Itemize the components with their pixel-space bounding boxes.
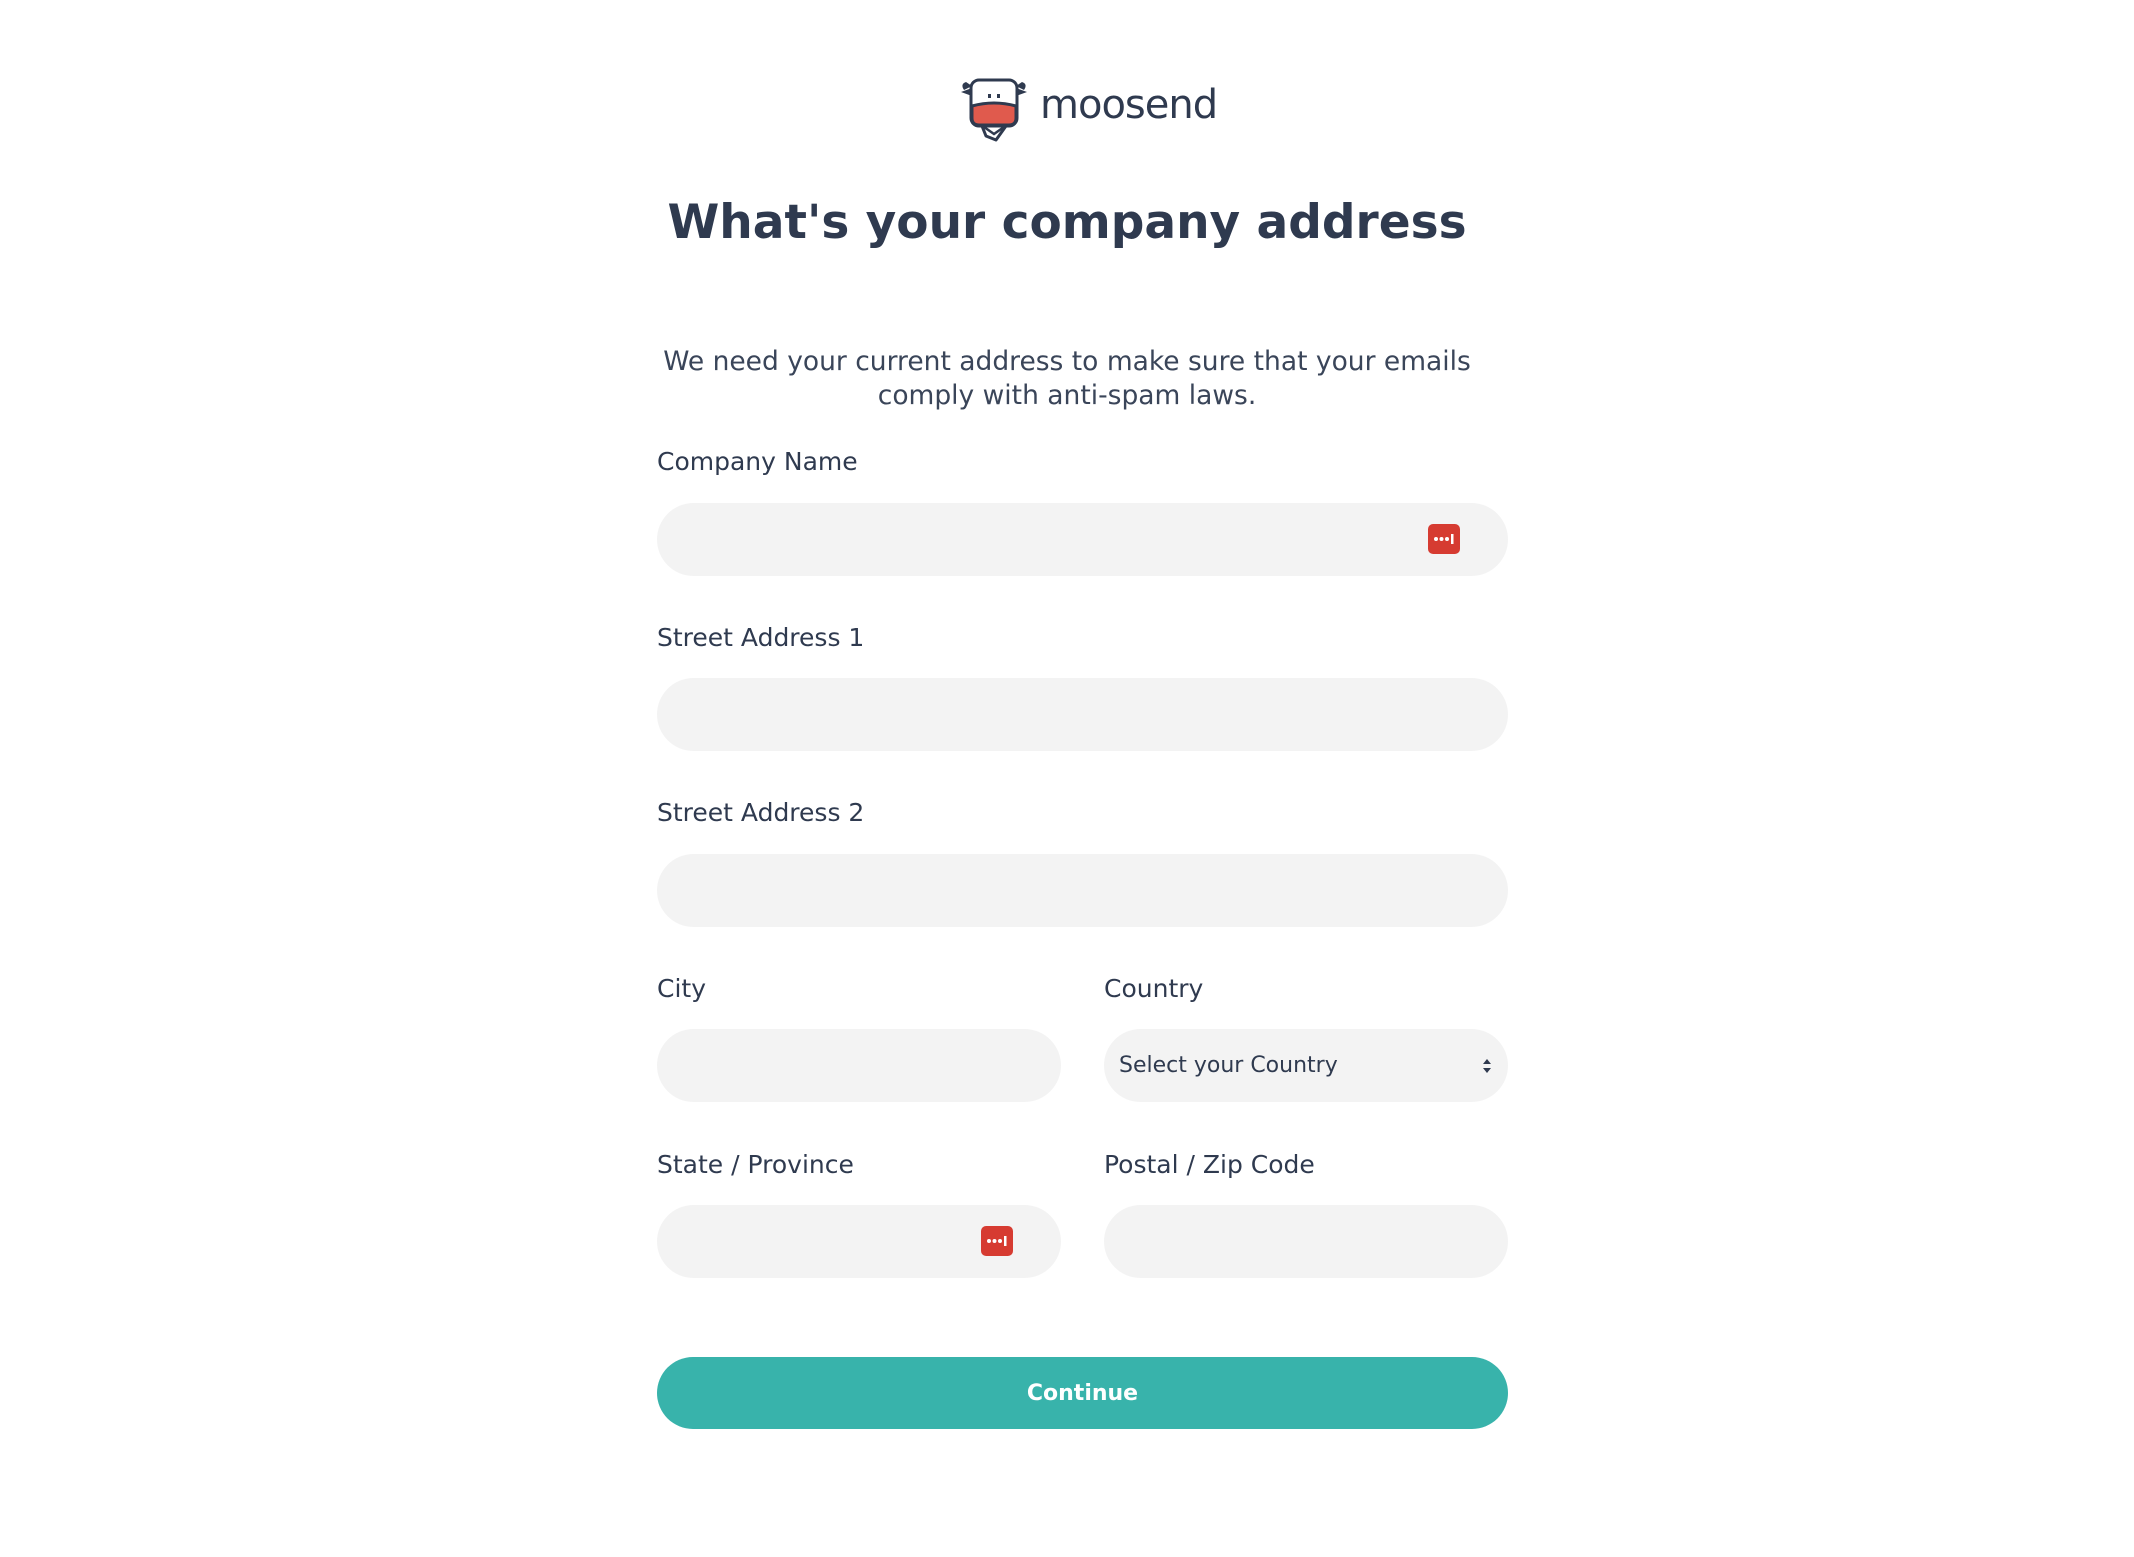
- street-address-1-field: [657, 678, 1508, 751]
- signup-address-page: moosend What's your company address We n…: [0, 0, 2134, 1557]
- password-manager-icon[interactable]: [1428, 524, 1460, 554]
- city-label: City: [657, 974, 706, 1003]
- company-name-input[interactable]: [657, 503, 1508, 576]
- street-address-1-label: Street Address 1: [657, 623, 865, 652]
- logo-wordmark: moosend: [1040, 82, 1218, 128]
- street-address-1-input[interactable]: [657, 678, 1508, 751]
- continue-button[interactable]: Continue: [657, 1357, 1508, 1429]
- postal-zip-input[interactable]: [1104, 1205, 1508, 1278]
- country-select-value: Select your Country: [1119, 1053, 1338, 1078]
- password-manager-icon[interactable]: [981, 1226, 1013, 1256]
- country-select[interactable]: Select your Country: [1104, 1029, 1508, 1102]
- page-title: What's your company address: [667, 195, 1467, 250]
- city-field: [657, 1029, 1061, 1102]
- cow-mascot-icon: [961, 78, 1027, 142]
- postal-zip-field: [1104, 1205, 1508, 1278]
- page-subtitle: We need your current address to make sur…: [663, 346, 1471, 411]
- company-name-field: [657, 503, 1508, 576]
- country-label: Country: [1104, 974, 1204, 1003]
- company-name-label: Company Name: [657, 447, 858, 476]
- city-input[interactable]: [657, 1029, 1061, 1102]
- postal-zip-label: Postal / Zip Code: [1104, 1150, 1315, 1179]
- state-province-label: State / Province: [657, 1150, 854, 1179]
- moosend-logo: moosend: [958, 70, 1218, 142]
- street-address-2-label: Street Address 2: [657, 798, 865, 827]
- street-address-2-input[interactable]: [657, 854, 1508, 927]
- state-province-field: [657, 1205, 1061, 1278]
- street-address-2-field: [657, 854, 1508, 927]
- select-arrows-icon: [1483, 1058, 1491, 1073]
